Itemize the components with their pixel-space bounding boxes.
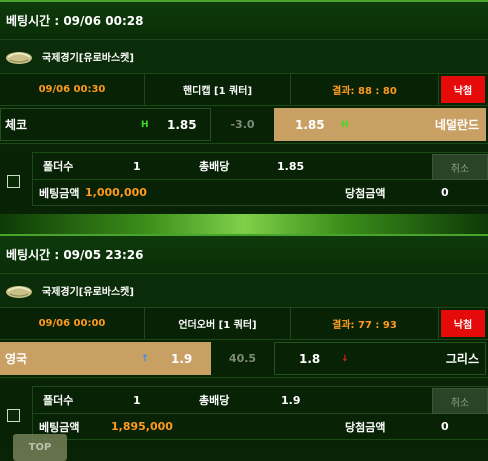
league-name: 국제경기[유로바스켓] [42,53,134,64]
summary-odds-row: 폴더수 1 총배당 1.85 취소 [32,152,488,180]
market-type: 핸디캡 [1 쿼터] [145,74,291,105]
bet-amount: 1,000,000 [85,186,147,199]
home-odds: 1.9 [171,351,193,366]
background-band [0,214,488,234]
win-amount-label: 당첨금액 [345,186,386,200]
match-time: 09/06 00:30 [0,74,145,105]
home-odds-button[interactable]: 체코 H 1.85 [0,108,211,141]
league-row: 국제경기[유로바스켓] [0,274,488,308]
result-score: 결과: 88 : 80 [291,74,439,105]
bet-card-2: 베팅시간 : 09/05 23:26 국제경기[유로바스켓] 09/06 00:… [0,234,488,461]
bet-amount: 1,895,000 [111,420,173,433]
away-odds: 1.85 [295,117,325,132]
total-odds-label: 총배당 [199,394,230,407]
away-team: 네덜란드 [434,118,479,132]
league-row: 국제경기[유로바스켓] [0,40,488,74]
handicap-mark-icon: H [141,119,149,130]
bet-summary: 폴더수 1 총배당 1.9 취소 베팅금액 1,895,000 당첨금액 0 [0,386,488,446]
home-team: 영국 [5,352,28,366]
result-badge-lost: 낙첨 [441,76,485,103]
home-odds: 1.85 [167,117,197,132]
folder-count: 1 [133,393,141,407]
away-odds-button[interactable]: 1.8 ↓ 그리스 [274,342,486,375]
select-checkbox[interactable] [7,175,20,188]
match-time: 09/06 00:00 [0,308,145,339]
odds-row: 영국 ↑ 1.9 40.5 1.8 ↓ 그리스 [0,340,488,378]
summary-amount-row: 베팅금액 1,000,000 당첨금액 0 [32,180,488,206]
arrow-down-icon: ↓ [341,353,349,364]
away-team: 그리스 [445,352,479,366]
arrow-up-icon: ↑ [141,353,149,364]
over-under-line: 40.5 [228,352,257,365]
bet-time-header: 베팅시간 : 09/06 00:28 [0,0,488,40]
result-badge-lost: 낙첨 [441,310,485,337]
home-odds-button[interactable]: 영국 ↑ 1.9 [0,342,211,375]
bet-time-header: 베팅시간 : 09/05 23:26 [0,234,488,274]
market-type: 언더오버 [1 쿼터] [145,308,291,339]
match-info-row: 09/06 00:00 언더오버 [1 쿼터] 결과: 77 : 93 낙첨 [0,308,488,340]
win-amount: 0 [441,420,449,433]
bet-time-label: 베팅시간 : 09/06 00:28 [6,14,144,28]
total-odds: 1.9 [281,393,301,407]
total-odds: 1.85 [277,159,305,173]
folder-count-label: 폴더수 [43,394,74,407]
away-odds-button[interactable]: 1.85 H 네덜란드 [274,108,486,141]
cancel-button[interactable]: 취소 [432,154,488,180]
basketball-icon [6,51,32,64]
result-score: 결과: 77 : 93 [291,308,439,339]
handicap-line: -3.0 [230,118,255,131]
bet-summary: 폴더수 1 총배당 1.85 취소 베팅금액 1,000,000 당첨금액 0 [0,152,488,212]
bet-time-label: 베팅시간 : 09/05 23:26 [6,248,144,262]
win-amount-label: 당첨금액 [345,420,386,434]
folder-count: 1 [133,159,141,173]
win-amount: 0 [441,186,449,199]
home-team: 체코 [5,118,28,132]
bet-card-1: 베팅시간 : 09/06 00:28 국제경기[유로바스켓] 09/06 00:… [0,0,488,214]
odds-row: 체코 H 1.85 -3.0 1.85 H 네덜란드 [0,106,488,144]
total-odds-label: 총배당 [199,160,230,173]
scroll-top-button[interactable]: TOP [13,434,67,461]
basketball-icon [6,285,32,298]
handicap-mark-icon: H [341,119,349,130]
select-checkbox[interactable] [7,409,20,422]
away-odds: 1.8 [299,351,321,366]
summary-odds-row: 폴더수 1 총배당 1.9 취소 [32,386,488,414]
cancel-button[interactable]: 취소 [432,388,488,414]
league-name: 국제경기[유로바스켓] [42,287,134,298]
bet-amount-label: 베팅금액 [39,186,80,200]
folder-count-label: 폴더수 [43,160,74,173]
match-info-row: 09/06 00:30 핸디캡 [1 쿼터] 결과: 88 : 80 낙첨 [0,74,488,106]
summary-amount-row: 베팅금액 1,895,000 당첨금액 0 [32,414,488,440]
